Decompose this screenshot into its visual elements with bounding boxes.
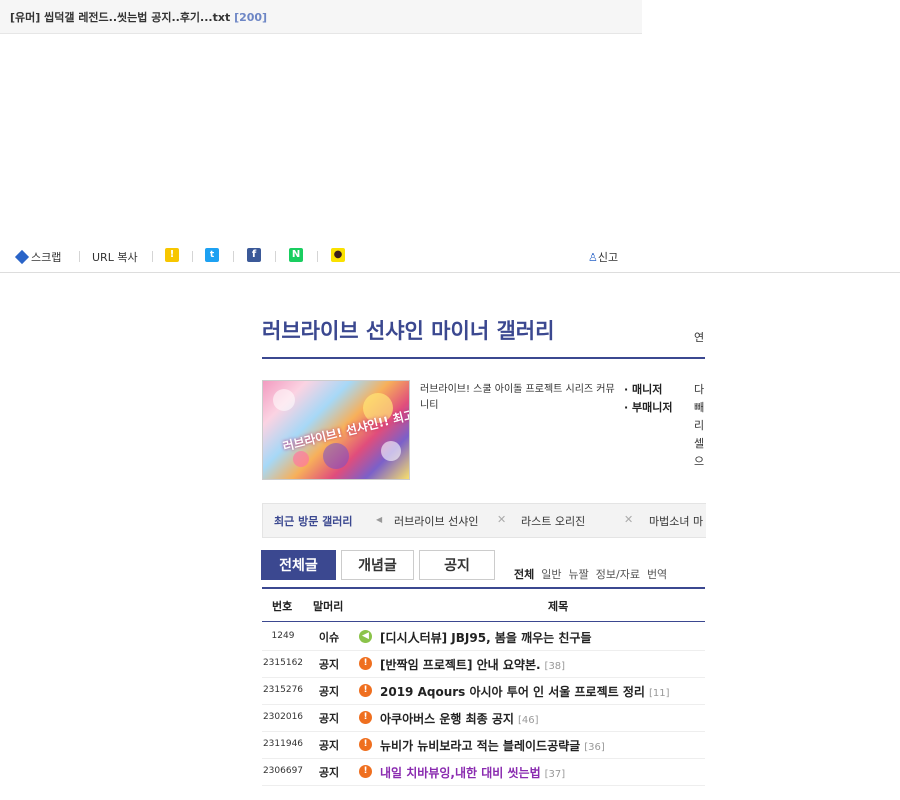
scrap-label: 스크랩 xyxy=(31,251,62,264)
recent-visit-label: 최근 방문 갤러리 xyxy=(274,515,353,528)
post-head: 이슈 xyxy=(318,631,340,644)
filter-general[interactable]: 일반 xyxy=(541,568,561,581)
arrow-left-icon[interactable]: ◀ xyxy=(376,515,382,524)
report-label: 신고 xyxy=(597,251,619,264)
post-head: 공지 xyxy=(318,739,340,752)
notice-icon: ! xyxy=(359,765,372,778)
comment-count[interactable]: [36] xyxy=(584,742,605,753)
share-bar: 스크랩 URL 복사 ! t f N ● ♙신고 xyxy=(0,240,642,273)
divider xyxy=(192,251,193,262)
manager-info: · 매니저 · 부매니저 xyxy=(624,381,673,417)
cube-icon xyxy=(14,249,30,265)
post-subject[interactable]: [디시人터뷰] JBJ95, 봄을 깨우는 친구들 xyxy=(380,629,592,646)
post-subject[interactable]: 뉴비가 뉴비보라고 적는 블레이드공략글 [36] xyxy=(380,737,605,754)
divider xyxy=(79,251,80,262)
post-number: 2315276 xyxy=(262,685,304,695)
post-subject[interactable]: 아쿠아버스 운행 최종 공지 [46] xyxy=(380,710,539,727)
post-number: 1249 xyxy=(271,631,295,641)
notice-icon: ! xyxy=(359,738,372,751)
comment-count[interactable]: [46] xyxy=(518,715,539,726)
header-num: 번호 xyxy=(272,600,293,613)
notice-icon: ! xyxy=(359,711,372,724)
tab-notices[interactable]: 공지 xyxy=(419,550,495,580)
gallery-title-side: 연 xyxy=(694,331,705,344)
header-subject: 제목 xyxy=(548,600,569,613)
naver-icon[interactable]: N xyxy=(289,248,303,262)
comment-count[interactable]: [37] xyxy=(545,769,566,780)
post-subject[interactable]: [반짝임 프로젝트] 안내 요약본. [38] xyxy=(380,656,565,673)
bell-icon: ♙ xyxy=(588,251,598,264)
notice-icon: ! xyxy=(359,684,372,697)
post-subject[interactable]: 내일 치바뷰잉,내한 대비 씻는법 [37] xyxy=(380,764,565,781)
title-underline xyxy=(262,357,705,359)
divider xyxy=(317,251,318,262)
report-button[interactable]: ♙신고 xyxy=(588,249,618,265)
tab-concept-posts[interactable]: 개념글 xyxy=(341,550,414,580)
post-number: 2302016 xyxy=(262,712,304,722)
submanager-label[interactable]: · 부매니저 xyxy=(624,401,673,414)
header-head: 말머리 xyxy=(313,600,344,613)
post-subject[interactable]: 2019 Aqours 아시아 투어 인 서울 프로젝트 정리 [11] xyxy=(380,683,669,700)
comment-count[interactable]: [11] xyxy=(649,688,670,699)
comment-count[interactable]: [38] xyxy=(545,661,566,672)
gallery-description: 러브라이브! 스쿨 아이돌 프로젝트 시리즈 커뮤니티 xyxy=(420,384,615,411)
post-head: 공지 xyxy=(318,658,340,671)
subject-filters: 전체 일반 뉴짤 정보/자료 번역 xyxy=(514,566,674,582)
post-head: 공지 xyxy=(318,712,340,725)
filter-new-pics[interactable]: 뉴짤 xyxy=(569,568,589,581)
url-copy-button[interactable]: URL 복사 xyxy=(92,249,138,265)
top-post-title[interactable]: [유머] 씹덕갤 레전드..씻는법 공지..후기...txt xyxy=(10,11,230,24)
gallery-title[interactable]: 러브라이브 선샤인 마이너 갤러리 xyxy=(262,315,554,345)
top-post-comment-count[interactable]: [200] xyxy=(234,11,267,24)
post-number: 2311946 xyxy=(262,739,304,749)
post-number: 2306697 xyxy=(262,766,304,776)
table-row[interactable]: 1249 이슈 ◀ [디시人터뷰] JBJ95, 봄을 깨우는 친구들 xyxy=(262,623,705,651)
table-header: 번호 말머리 제목 xyxy=(262,589,705,622)
recent-visit-bar: 최근 방문 갤러리 ◀ 러브라이브 선샤인 ✕ 라스트 오리진 ✕ 마법소녀 마 xyxy=(262,503,706,538)
kakaostory-icon[interactable]: ! xyxy=(165,248,179,262)
kakaotalk-icon[interactable]: ● xyxy=(331,248,345,262)
gallery-thumbnail: 러브라이브! 선샤인!! 최고! xyxy=(262,380,410,480)
close-icon[interactable]: ✕ xyxy=(624,513,633,526)
table-row[interactable]: 2311946 공지 ! 뉴비가 뉴비보라고 적는 블레이드공략글 [36] xyxy=(262,731,705,759)
close-icon[interactable]: ✕ xyxy=(497,513,506,526)
recent-item[interactable]: 라스트 오리진 xyxy=(521,513,585,529)
speaker-icon: ◀ xyxy=(359,630,372,643)
filter-all[interactable]: 전체 xyxy=(514,568,534,581)
section-divider xyxy=(0,272,900,273)
post-number: 2315162 xyxy=(262,658,304,668)
recent-item[interactable]: 러브라이브 선샤인 xyxy=(394,513,478,529)
divider xyxy=(152,251,153,262)
side-column-text: 다빼리셀으 xyxy=(694,383,705,468)
tab-all-posts[interactable]: 전체글 xyxy=(261,550,336,580)
filter-translation[interactable]: 번역 xyxy=(647,568,667,581)
top-post-strip: [유머] 씹덕갤 레전드..씻는법 공지..후기...txt [200] xyxy=(0,0,642,34)
table-row[interactable]: 2306697 공지 ! 내일 치바뷰잉,내한 대비 씻는법 [37] xyxy=(262,758,705,786)
top-post-link[interactable]: [유머] 씹덕갤 레전드..씻는법 공지..후기...txt [200] xyxy=(10,9,267,25)
filter-info[interactable]: 정보/자료 xyxy=(596,568,640,581)
divider xyxy=(233,251,234,262)
facebook-icon[interactable]: f xyxy=(247,248,261,262)
table-row[interactable]: 2302016 공지 ! 아쿠아버스 운행 최종 공지 [46] xyxy=(262,704,705,732)
notice-icon: ! xyxy=(359,657,372,670)
twitter-icon[interactable]: t xyxy=(205,248,219,262)
manager-label[interactable]: · 매니저 xyxy=(624,383,662,396)
table-row[interactable]: 2315162 공지 ! [반짝임 프로젝트] 안내 요약본. [38] xyxy=(262,650,705,678)
table-row[interactable]: 2315276 공지 ! 2019 Aqours 아시아 투어 인 서울 프로젝… xyxy=(262,677,705,705)
recent-item[interactable]: 마법소녀 마 xyxy=(649,513,703,529)
divider xyxy=(275,251,276,262)
scrap-button[interactable]: 스크랩 xyxy=(14,249,62,265)
post-head: 공지 xyxy=(318,766,340,779)
post-head: 공지 xyxy=(318,685,340,698)
